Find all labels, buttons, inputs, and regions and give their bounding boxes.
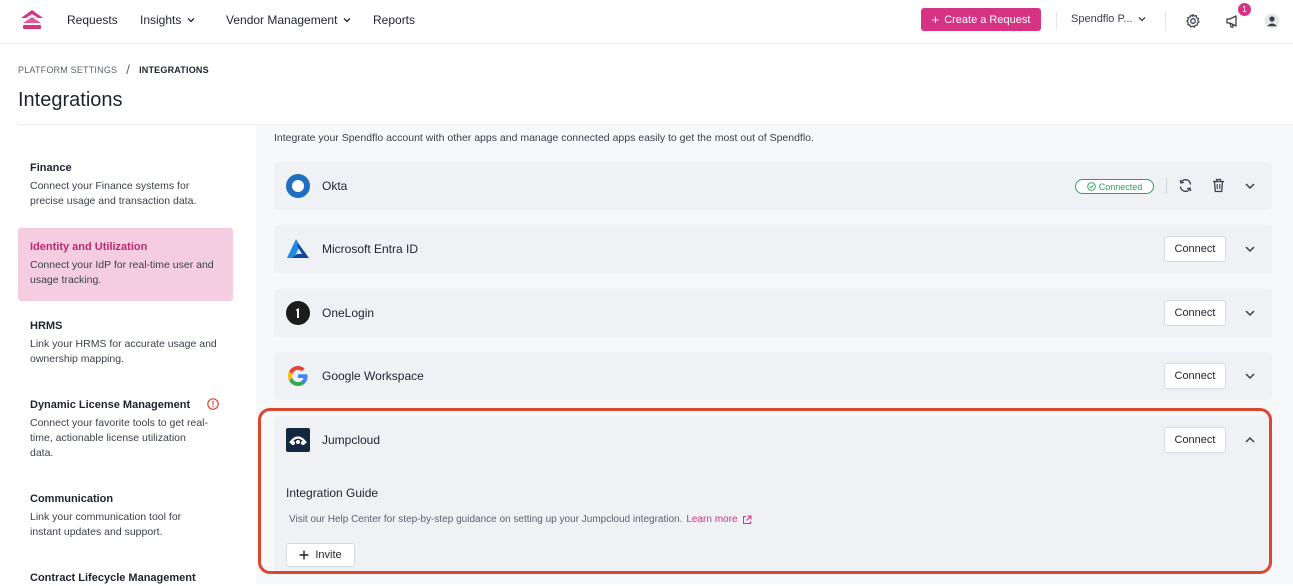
breadcrumb-integrations: INTEGRATIONS [139,64,209,75]
alert-icon [207,398,219,410]
breadcrumb-separator: / [126,62,131,77]
sidebar-item-title: Finance [30,162,72,174]
sidebar-item-dynamic-license-management[interactable]: Dynamic License Management Connect your … [18,399,233,465]
nav-vendor-management[interactable]: Vendor Management [226,13,351,27]
sidebar-item-title: Contract Lifecycle Management [30,572,196,584]
chevron-up-icon[interactable] [1244,434,1256,446]
breadcrumb-platform-settings[interactable]: PLATFORM SETTINGS [18,65,117,75]
megaphone-icon [1226,15,1237,28]
sidebar-item-finance[interactable]: Finance Connect your Finance systems for… [18,162,233,214]
top-bar: Requests Insights Vendor Management Repo… [0,0,1293,44]
onelogin-logo [286,301,310,325]
connect-button[interactable]: Connect [1164,236,1226,262]
integration-guide-title: Integration Guide [286,486,379,500]
google-logo [288,366,308,386]
check-circle-icon [1086,182,1096,191]
integration-name: Okta [322,179,348,193]
sidebar-item-title: Identity and Utilization [30,241,148,253]
nav-requests[interactable]: Requests [67,13,118,27]
chevron-down-icon[interactable] [1244,370,1256,382]
refresh-icon[interactable] [1178,178,1193,193]
nav-vendor-management-label: Vendor Management [226,13,338,27]
sidebar-item-title: Communication [30,493,114,505]
integration-card-onelogin: OneLogin Connect [274,289,1272,337]
sidebar-item-desc: Link your HRMS for accurate usage and ow… [30,338,217,365]
create-request-label: Create a Request [944,13,1031,26]
invite-button[interactable]: Invite [286,543,355,567]
chevron-down-icon [343,18,351,23]
connect-button[interactable]: Connect [1164,427,1226,453]
integration-card-jumpcloud: Jumpcloud Connect Integration Guide Visi… [274,416,1272,572]
integration-guide-text: Visit our Help Center for step-by-step g… [289,514,752,525]
integration-card-google-workspace: Google Workspace Connect [274,352,1272,400]
sidebar-item-desc: Connect your IdP for real-time user and … [30,259,214,286]
integration-card-microsoft-entra-id: Microsoft Entra ID Connect [274,225,1272,273]
nav-insights-label: Insights [140,13,182,27]
nav-reports[interactable]: Reports [373,13,415,27]
sidebar-item-communication[interactable]: Communication Link your communication to… [18,493,233,545]
nav-reports-label: Reports [373,13,416,27]
sidebar-item-title: HRMS [30,320,63,332]
create-request-button[interactable]: + Create a Request [921,8,1041,31]
integration-name: Microsoft Entra ID [322,242,419,256]
divider [1165,12,1166,30]
notification-badge: 1 [1238,3,1251,16]
sidebar-item-desc: Connect your Finance systems for precise… [30,180,197,207]
jumpcloud-logo [286,428,310,452]
integration-name: Google Workspace [322,369,424,383]
divider [1166,178,1167,194]
chevron-down-icon[interactable] [1244,180,1256,192]
intro-text: Integrate your Spendflo account with oth… [274,132,814,144]
integration-name: Jumpcloud [322,433,381,447]
sidebar-item-hrms[interactable]: HRMS Link your HRMS for accurate usage a… [18,320,233,372]
avatar-icon [1264,13,1280,29]
chevron-down-icon[interactable] [1244,243,1256,255]
sidebar-item-title: Dynamic License Management [30,399,191,411]
learn-more-link[interactable]: Learn more [686,514,737,525]
divider [1056,12,1057,30]
microsoft-entra-logo [287,239,309,258]
integration-name: OneLogin [322,306,375,320]
chevron-down-icon[interactable] [1244,307,1256,319]
gear-icon [1186,13,1200,28]
spendflo-logo[interactable] [20,9,44,31]
connect-button[interactable]: Connect [1164,300,1226,326]
sidebar-item-identity-and-utilization[interactable]: Identity and Utilization Connect your Id… [18,228,233,301]
plus-icon [299,550,309,560]
org-switcher[interactable]: Spendflo P... [1071,13,1146,25]
trash-icon[interactable] [1212,178,1225,193]
breadcrumb: PLATFORM SETTINGS / INTEGRATIONS [18,62,209,77]
nav-insights[interactable]: Insights [140,13,195,27]
settings-button[interactable] [1183,11,1203,31]
page-title: Integrations [18,89,123,111]
invite-label: Invite [315,549,342,561]
nav-requests-label: Requests [67,13,118,27]
sidebar-item-desc: Link your communication tool for instant… [30,511,182,538]
okta-logo [286,174,310,198]
integration-card-okta: Okta Connected [274,162,1272,210]
plus-icon: + [931,12,940,27]
org-label: Spendflo P... [1071,13,1133,25]
user-menu-button[interactable] [1262,11,1282,31]
sidebar-item-desc: Connect your favorite tools to get real-… [30,417,209,459]
external-link-icon[interactable] [742,515,752,525]
connected-badge: Connected [1075,179,1154,194]
chevron-down-icon [187,18,195,23]
guide-description: Visit our Help Center for step-by-step g… [289,514,683,525]
chevron-down-icon [1138,17,1146,22]
connect-button[interactable]: Connect [1164,363,1226,389]
connected-label: Connected [1098,181,1143,192]
